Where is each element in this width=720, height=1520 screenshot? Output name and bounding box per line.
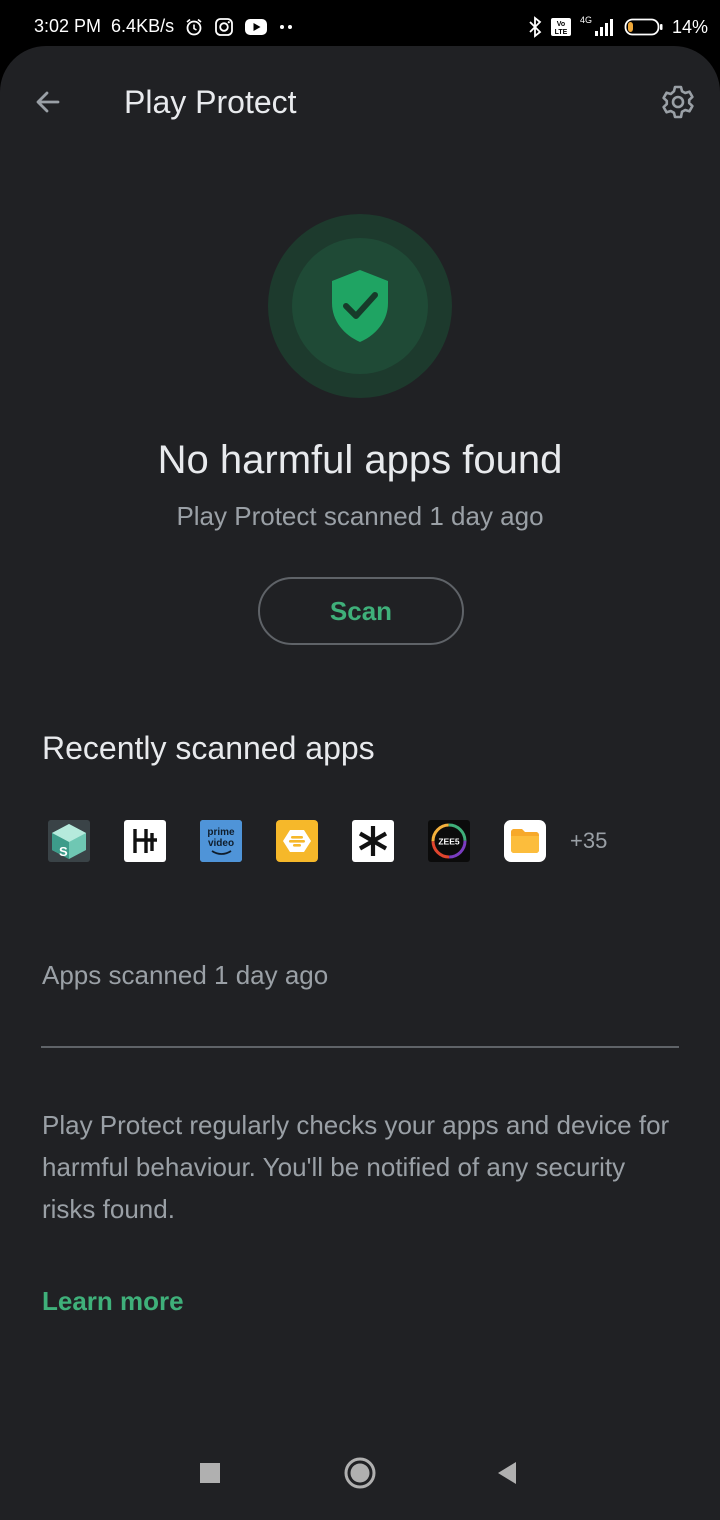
divider [41,1046,679,1048]
shield-badge-inner [292,238,428,374]
blue-box-app-icon[interactable]: S [48,820,90,862]
svg-text:Vo: Vo [557,21,565,28]
status-bar-left: 3:02 PM 6.4KB/s [34,16,294,37]
apps-scanned-text: Apps scanned 1 day ago [42,960,329,990]
more-apps-count: +35 [570,828,608,853]
scan-button[interactable]: Scan [258,577,464,645]
recent-apps-row: S prime video ZEE5 +35 [48,820,607,862]
status-time: 3:02 PM [34,16,102,36]
asterisk-app-icon[interactable] [352,820,394,862]
shield-check-icon [332,270,388,342]
recent-apps-title: Recently scanned apps [42,730,375,766]
status-subline: Play Protect scanned 1 day ago [176,501,544,531]
svg-text:ZEE5: ZEE5 [438,837,460,847]
h-app-icon[interactable] [124,820,166,862]
home-button[interactable] [335,1448,385,1498]
page-title: Play Protect [124,84,297,120]
instagram-icon [214,17,234,37]
more-dots-icon [278,24,294,30]
signal-icon: 4G [579,15,616,37]
gear-icon [662,85,694,119]
status-headline: No harmful apps found [157,438,563,482]
back-button[interactable] [28,82,68,122]
recents-square-icon [200,1463,220,1483]
files-app-icon[interactable] [504,820,546,862]
status-speed: 6.4KB/s [111,16,175,36]
battery-percent: 14% [671,16,708,37]
protect-description: Play Protect regularly checks your apps … [42,1110,670,1224]
status-bar-right: Vo LTE 4G 14% [528,15,708,38]
bluetooth-icon [528,16,542,38]
alarm-icon [184,17,204,37]
svg-text:prime: prime [207,827,235,838]
shield-badge [268,214,452,398]
svg-text:video: video [208,838,234,849]
home-circle-icon [344,1457,376,1489]
svg-text:LTE: LTE [555,29,568,36]
youtube-icon [244,18,268,36]
back-arrow-icon [36,91,60,113]
system-nav-bar [0,1430,720,1520]
svg-text:S: S [59,844,68,859]
battery-icon [624,17,664,37]
recents-button[interactable] [185,1448,235,1498]
zee5-app-icon[interactable]: ZEE5 [428,820,470,862]
back-triangle-icon [498,1462,516,1484]
bumble-app-icon[interactable] [276,820,318,862]
network-type: 4G [579,15,592,25]
play-protect-screen: Play Protect No harmful apps found Play … [0,46,720,1520]
back-nav-button[interactable] [482,1448,532,1498]
learn-more-link[interactable]: Learn more [42,1286,184,1317]
settings-button[interactable] [658,82,698,122]
volte-icon: Vo LTE [550,17,572,37]
prime-video-app-icon[interactable]: prime video [200,820,242,862]
